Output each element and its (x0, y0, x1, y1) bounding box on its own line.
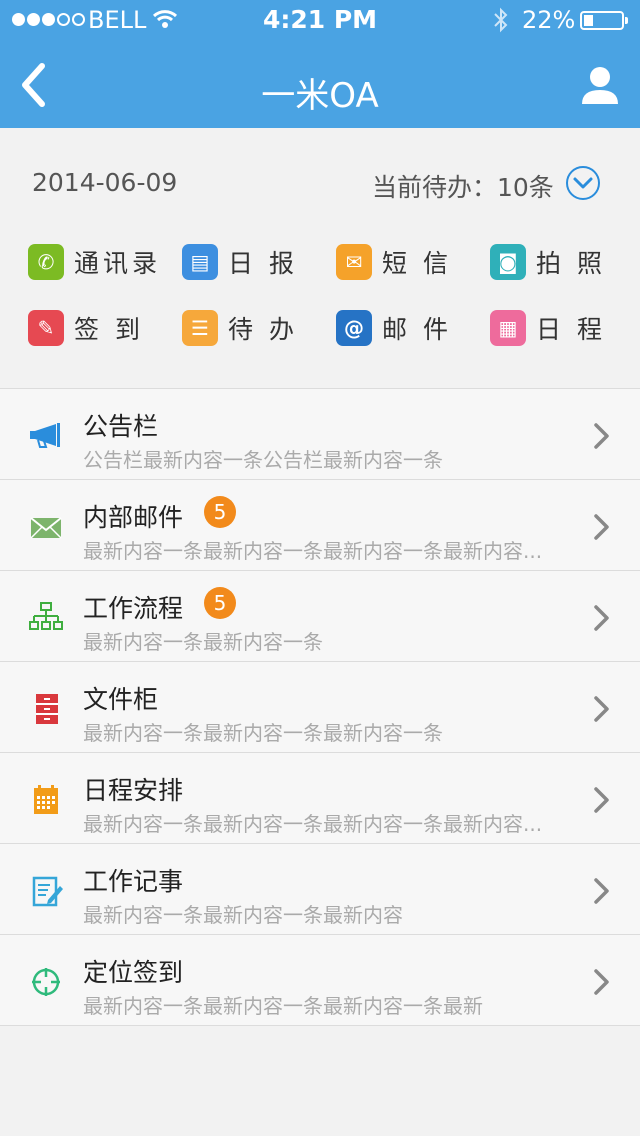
crosshair-icon (28, 965, 64, 999)
phone-icon: ✆ (28, 244, 64, 280)
module-latest-content: 最新内容一条最新内容一条 (83, 630, 323, 654)
module-latest-content: 最新内容一条最新内容一条最新内容一条最新内容... (83, 812, 543, 836)
pencil-icon: ✎ (28, 310, 64, 346)
chevron-right-icon (592, 785, 612, 815)
module-list: 公告栏 公告栏最新内容一条公告栏最新内容一条 内部邮件 5 最新内容一条最新内容一条最新… (0, 388, 640, 1026)
summary-bar: 2014-06-09 当前待办：10条 (0, 128, 640, 238)
pending-todo-count: 当前待办：10条 (372, 173, 554, 202)
quick-action-label: 待 办 (228, 315, 298, 344)
quick-action-calendar[interactable]: ▦ 日 程 (490, 308, 606, 348)
module-row-crosshair[interactable]: 定位签到最新内容一条最新内容一条最新内容一条最新 (0, 935, 640, 1026)
envelope-icon: ✉ (336, 244, 372, 280)
module-row-cabinet[interactable]: 文件柜最新内容一条最新内容一条最新内容一条 (0, 662, 640, 753)
module-title: 文件柜 (83, 685, 159, 714)
quick-action-label: 拍 照 (536, 249, 606, 278)
camera-icon: ◙ (490, 244, 526, 280)
module-title: 日程安排 (83, 776, 184, 805)
chevron-right-icon (592, 876, 612, 906)
quick-action-list[interactable]: ☰ 待 办 (182, 308, 298, 348)
battery-icon (580, 11, 628, 30)
unread-count-badge: 5 (204, 496, 236, 528)
quick-action-label: 短 信 (382, 249, 452, 278)
module-row-megaphone[interactable]: 公告栏公告栏最新内容一条公告栏最新内容一条 (0, 389, 640, 480)
module-latest-content: 最新内容一条最新内容一条最新内容 (83, 903, 403, 927)
notepad-icon (28, 874, 64, 908)
quick-action-document[interactable]: ▤ 日 报 (182, 242, 298, 282)
cabinet-icon (28, 692, 64, 726)
quick-action-phone[interactable]: ✆ 通讯录 (28, 242, 161, 282)
quick-action-envelope[interactable]: ✉ 短 信 (336, 242, 452, 282)
module-title: 公告栏 (83, 412, 159, 441)
chevron-down-icon (573, 177, 593, 189)
module-title: 工作记事 (83, 867, 184, 896)
quick-action-label: 通讯录 (74, 249, 162, 278)
user-profile-button[interactable] (578, 64, 622, 108)
chevron-right-icon (592, 967, 612, 997)
at-icon: @ (336, 310, 372, 346)
page-title: 一米OA (261, 76, 379, 116)
module-latest-content: 最新内容一条最新内容一条最新内容一条最新 (83, 994, 483, 1018)
chevron-right-icon (592, 421, 612, 451)
megaphone-icon (28, 419, 64, 453)
chevron-right-icon (592, 694, 612, 724)
bluetooth-icon (494, 7, 508, 33)
org-chart-icon (28, 601, 64, 635)
chevron-right-icon (592, 603, 612, 633)
document-icon: ▤ (182, 244, 218, 280)
quick-action-label: 日 报 (228, 249, 298, 278)
mail-icon (28, 510, 64, 544)
battery-percent: 22% (522, 6, 576, 34)
quick-action-pencil[interactable]: ✎ 签 到 (28, 308, 144, 348)
quick-action-label: 日 程 (536, 315, 606, 344)
calendar-icon: ▦ (490, 310, 526, 346)
calendar-icon (28, 783, 64, 817)
module-latest-content: 最新内容一条最新内容一条最新内容一条 (83, 721, 443, 745)
quick-action-camera[interactable]: ◙ 拍 照 (490, 242, 606, 282)
chevron-right-icon (592, 512, 612, 542)
list-icon: ☰ (182, 310, 218, 346)
module-title: 工作流程 (83, 594, 184, 623)
module-title: 内部邮件 (83, 503, 184, 532)
status-bar: BELL 4:21 PM 22% (0, 0, 640, 40)
app-header: BELL 4:21 PM 22% 一米OA (0, 0, 640, 128)
module-row-notepad[interactable]: 工作记事最新内容一条最新内容一条最新内容 (0, 844, 640, 935)
quick-action-at[interactable]: @ 邮 件 (336, 308, 452, 348)
module-latest-content: 公告栏最新内容一条公告栏最新内容一条 (83, 448, 443, 472)
current-date: 2014-06-09 (32, 168, 178, 197)
module-row-mail[interactable]: 内部邮件 5 最新内容一条最新内容一条最新内容一条最新内容... (0, 480, 640, 571)
module-latest-content: 最新内容一条最新内容一条最新内容一条最新内容... (83, 539, 543, 563)
module-row-org-chart[interactable]: 工作流程 5 最新内容一条最新内容一条 (0, 571, 640, 662)
quick-actions-grid: ✆ 通讯录 ▤ 日 报 ✉ 短 信 ◙ 拍 照 ✎ 签 到 ☰ 待 办 @ 邮 件 ▦ 日 程 (0, 238, 640, 388)
quick-action-label: 签 到 (74, 315, 144, 344)
expand-button[interactable] (566, 166, 600, 200)
unread-count-badge: 5 (204, 587, 236, 619)
module-row-calendar[interactable]: 日程安排最新内容一条最新内容一条最新内容一条最新内容... (0, 753, 640, 844)
module-title: 定位签到 (83, 958, 184, 987)
quick-action-label: 邮 件 (382, 315, 452, 344)
